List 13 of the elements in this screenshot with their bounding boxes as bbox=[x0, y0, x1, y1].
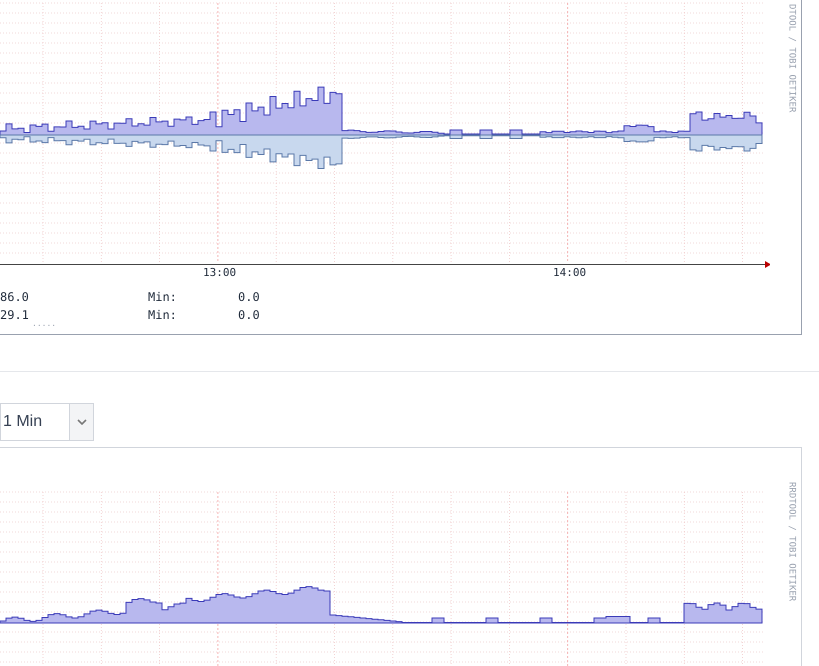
interval-select[interactable]: 1 Min bbox=[0, 403, 94, 441]
x-tick-label: 13:00 bbox=[203, 266, 236, 280]
credit-text: RRDTOOL / TOBI OETIKER bbox=[786, 482, 798, 602]
x-tick-label: 14:00 bbox=[553, 266, 586, 280]
legend-value: 86.0 bbox=[0, 289, 30, 306]
credit-text: DTOOL / TOBI OETIKER bbox=[786, 4, 798, 112]
legend-label: Min: bbox=[148, 307, 178, 324]
legend-value: 0.0 bbox=[238, 289, 260, 306]
legend-label: Min: bbox=[148, 289, 178, 306]
legend-value: 0.0 bbox=[238, 307, 260, 324]
chevron-down-icon bbox=[76, 419, 86, 425]
legend-more: ..... bbox=[32, 320, 56, 328]
legend-value: 29.1 bbox=[0, 307, 30, 324]
